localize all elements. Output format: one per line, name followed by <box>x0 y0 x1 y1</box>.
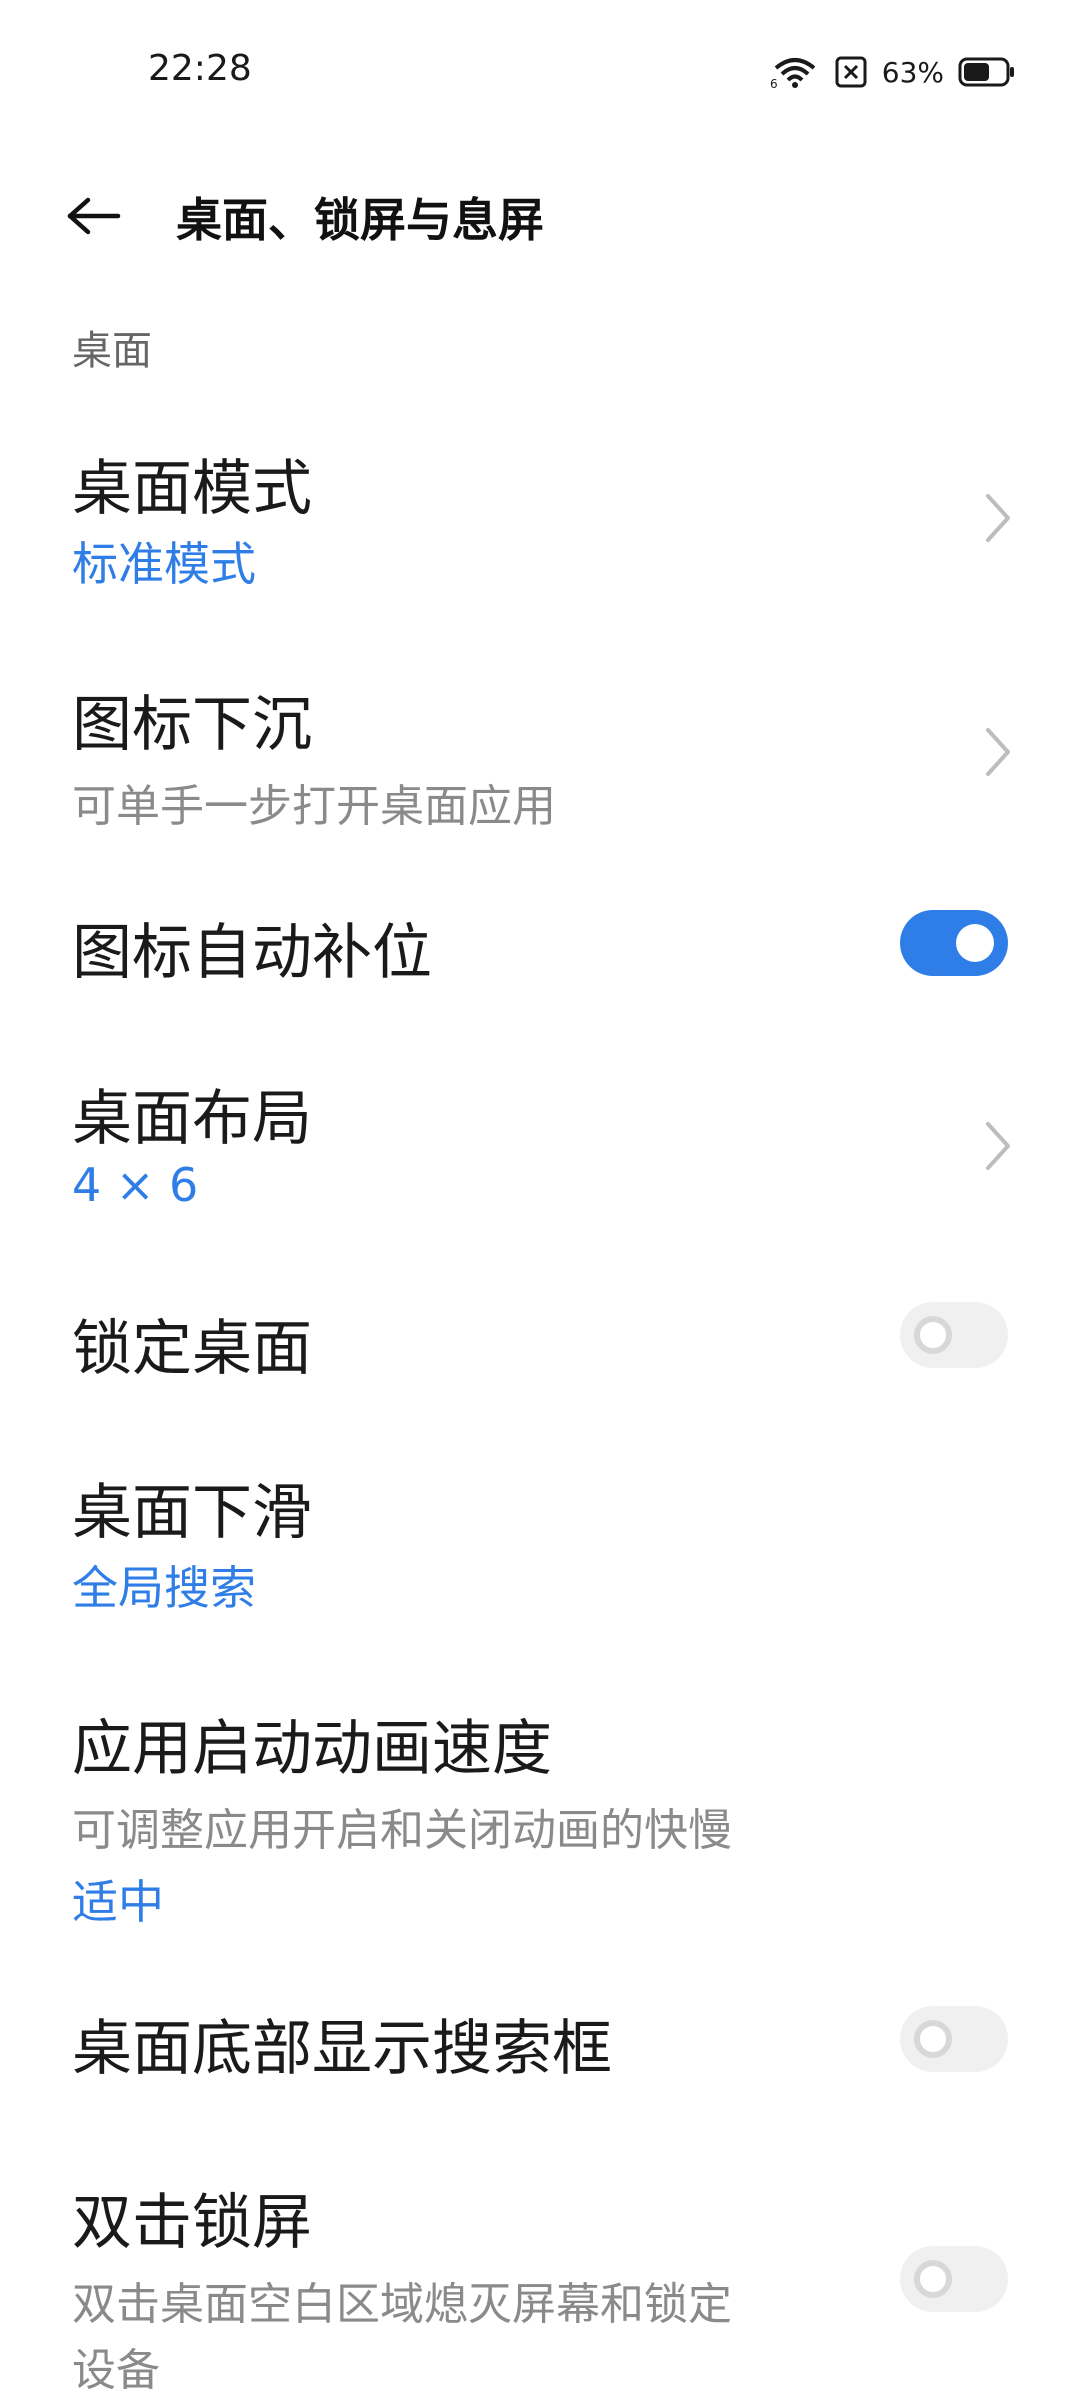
setting-desktop-swipe-down[interactable]: 桌面下滑 全局搜索 <box>0 1430 1080 1640</box>
row-subtitle: 可单手一步打开桌面应用 <box>72 781 556 832</box>
toggle-knob <box>914 2260 952 2298</box>
row-title: 应用启动动画速度 <box>72 1714 552 1784</box>
setting-icon-auto-fill[interactable]: 图标自动补位 <box>0 880 1080 1020</box>
setting-desktop-layout[interactable]: 桌面布局 4 × 6 <box>0 1030 1080 1250</box>
row-title: 桌面模式 <box>72 454 312 524</box>
row-value: 标准模式 <box>72 537 256 591</box>
row-title: 桌面布局 <box>72 1084 312 1154</box>
row-value: 全局搜索 <box>72 1561 256 1615</box>
status-time: 22:28 <box>148 48 252 89</box>
bottom-search-bar-toggle[interactable] <box>900 2006 1008 2072</box>
toggle-knob <box>914 1316 952 1354</box>
wifi-icon: 6 <box>770 54 820 90</box>
row-title: 桌面下滑 <box>72 1478 312 1548</box>
toggle-knob <box>956 924 994 962</box>
back-arrow-icon <box>67 197 121 235</box>
row-title: 双击锁屏 <box>72 2188 312 2258</box>
row-subtitle-line-2: 设备 <box>72 2345 160 2396</box>
battery-icon <box>958 57 1016 87</box>
page-title: 桌面、锁屏与息屏 <box>176 193 544 247</box>
settings-screen: 22:28 6 63% 桌面、锁屏与息屏 桌面 桌面模式 标准模式 图标下沉 可… <box>0 0 1080 2400</box>
chevron-right-icon <box>986 1122 1010 1170</box>
status-bar: 22:28 6 63% <box>0 0 1080 140</box>
row-title: 锁定桌面 <box>72 1314 312 1384</box>
setting-app-animation-speed[interactable]: 应用启动动画速度 可调整应用开启和关闭动画的快慢 适中 <box>0 1660 1080 1940</box>
status-icons: 6 63% <box>770 52 1016 92</box>
setting-bottom-search-bar[interactable]: 桌面底部显示搜索框 <box>0 1970 1080 2110</box>
double-tap-lock-toggle[interactable] <box>900 2246 1008 2312</box>
lock-desktop-toggle[interactable] <box>900 1302 1008 1368</box>
setting-icon-sink[interactable]: 图标下沉 可单手一步打开桌面应用 <box>0 640 1080 850</box>
back-button[interactable] <box>62 186 126 246</box>
row-subtitle: 可调整应用开启和关闭动画的快慢 <box>72 1805 732 1856</box>
toggle-knob <box>914 2020 952 2058</box>
row-value: 4 × 6 <box>72 1158 199 1212</box>
row-title: 图标自动补位 <box>72 918 432 988</box>
chevron-right-icon <box>986 728 1010 776</box>
setting-lock-desktop[interactable]: 锁定桌面 <box>0 1270 1080 1410</box>
app-header: 桌面、锁屏与息屏 <box>0 160 1080 270</box>
setting-desktop-mode[interactable]: 桌面模式 标准模式 <box>0 410 1080 610</box>
svg-text:6: 6 <box>770 77 778 90</box>
row-title: 桌面底部显示搜索框 <box>72 2014 612 2084</box>
icon-auto-fill-toggle[interactable] <box>900 910 1008 976</box>
section-header: 桌面 <box>72 328 152 374</box>
battery-percent: 63% <box>881 55 944 89</box>
chevron-right-icon <box>986 494 1010 542</box>
row-subtitle-line-1: 双击桌面空白区域熄灭屏幕和锁定 <box>72 2279 732 2330</box>
row-value: 适中 <box>72 1875 164 1929</box>
setting-double-tap-lock[interactable]: 双击锁屏 双击桌面空白区域熄灭屏幕和锁定 设备 <box>0 2140 1080 2400</box>
sim-disabled-icon <box>834 55 868 89</box>
row-title: 图标下沉 <box>72 690 312 760</box>
